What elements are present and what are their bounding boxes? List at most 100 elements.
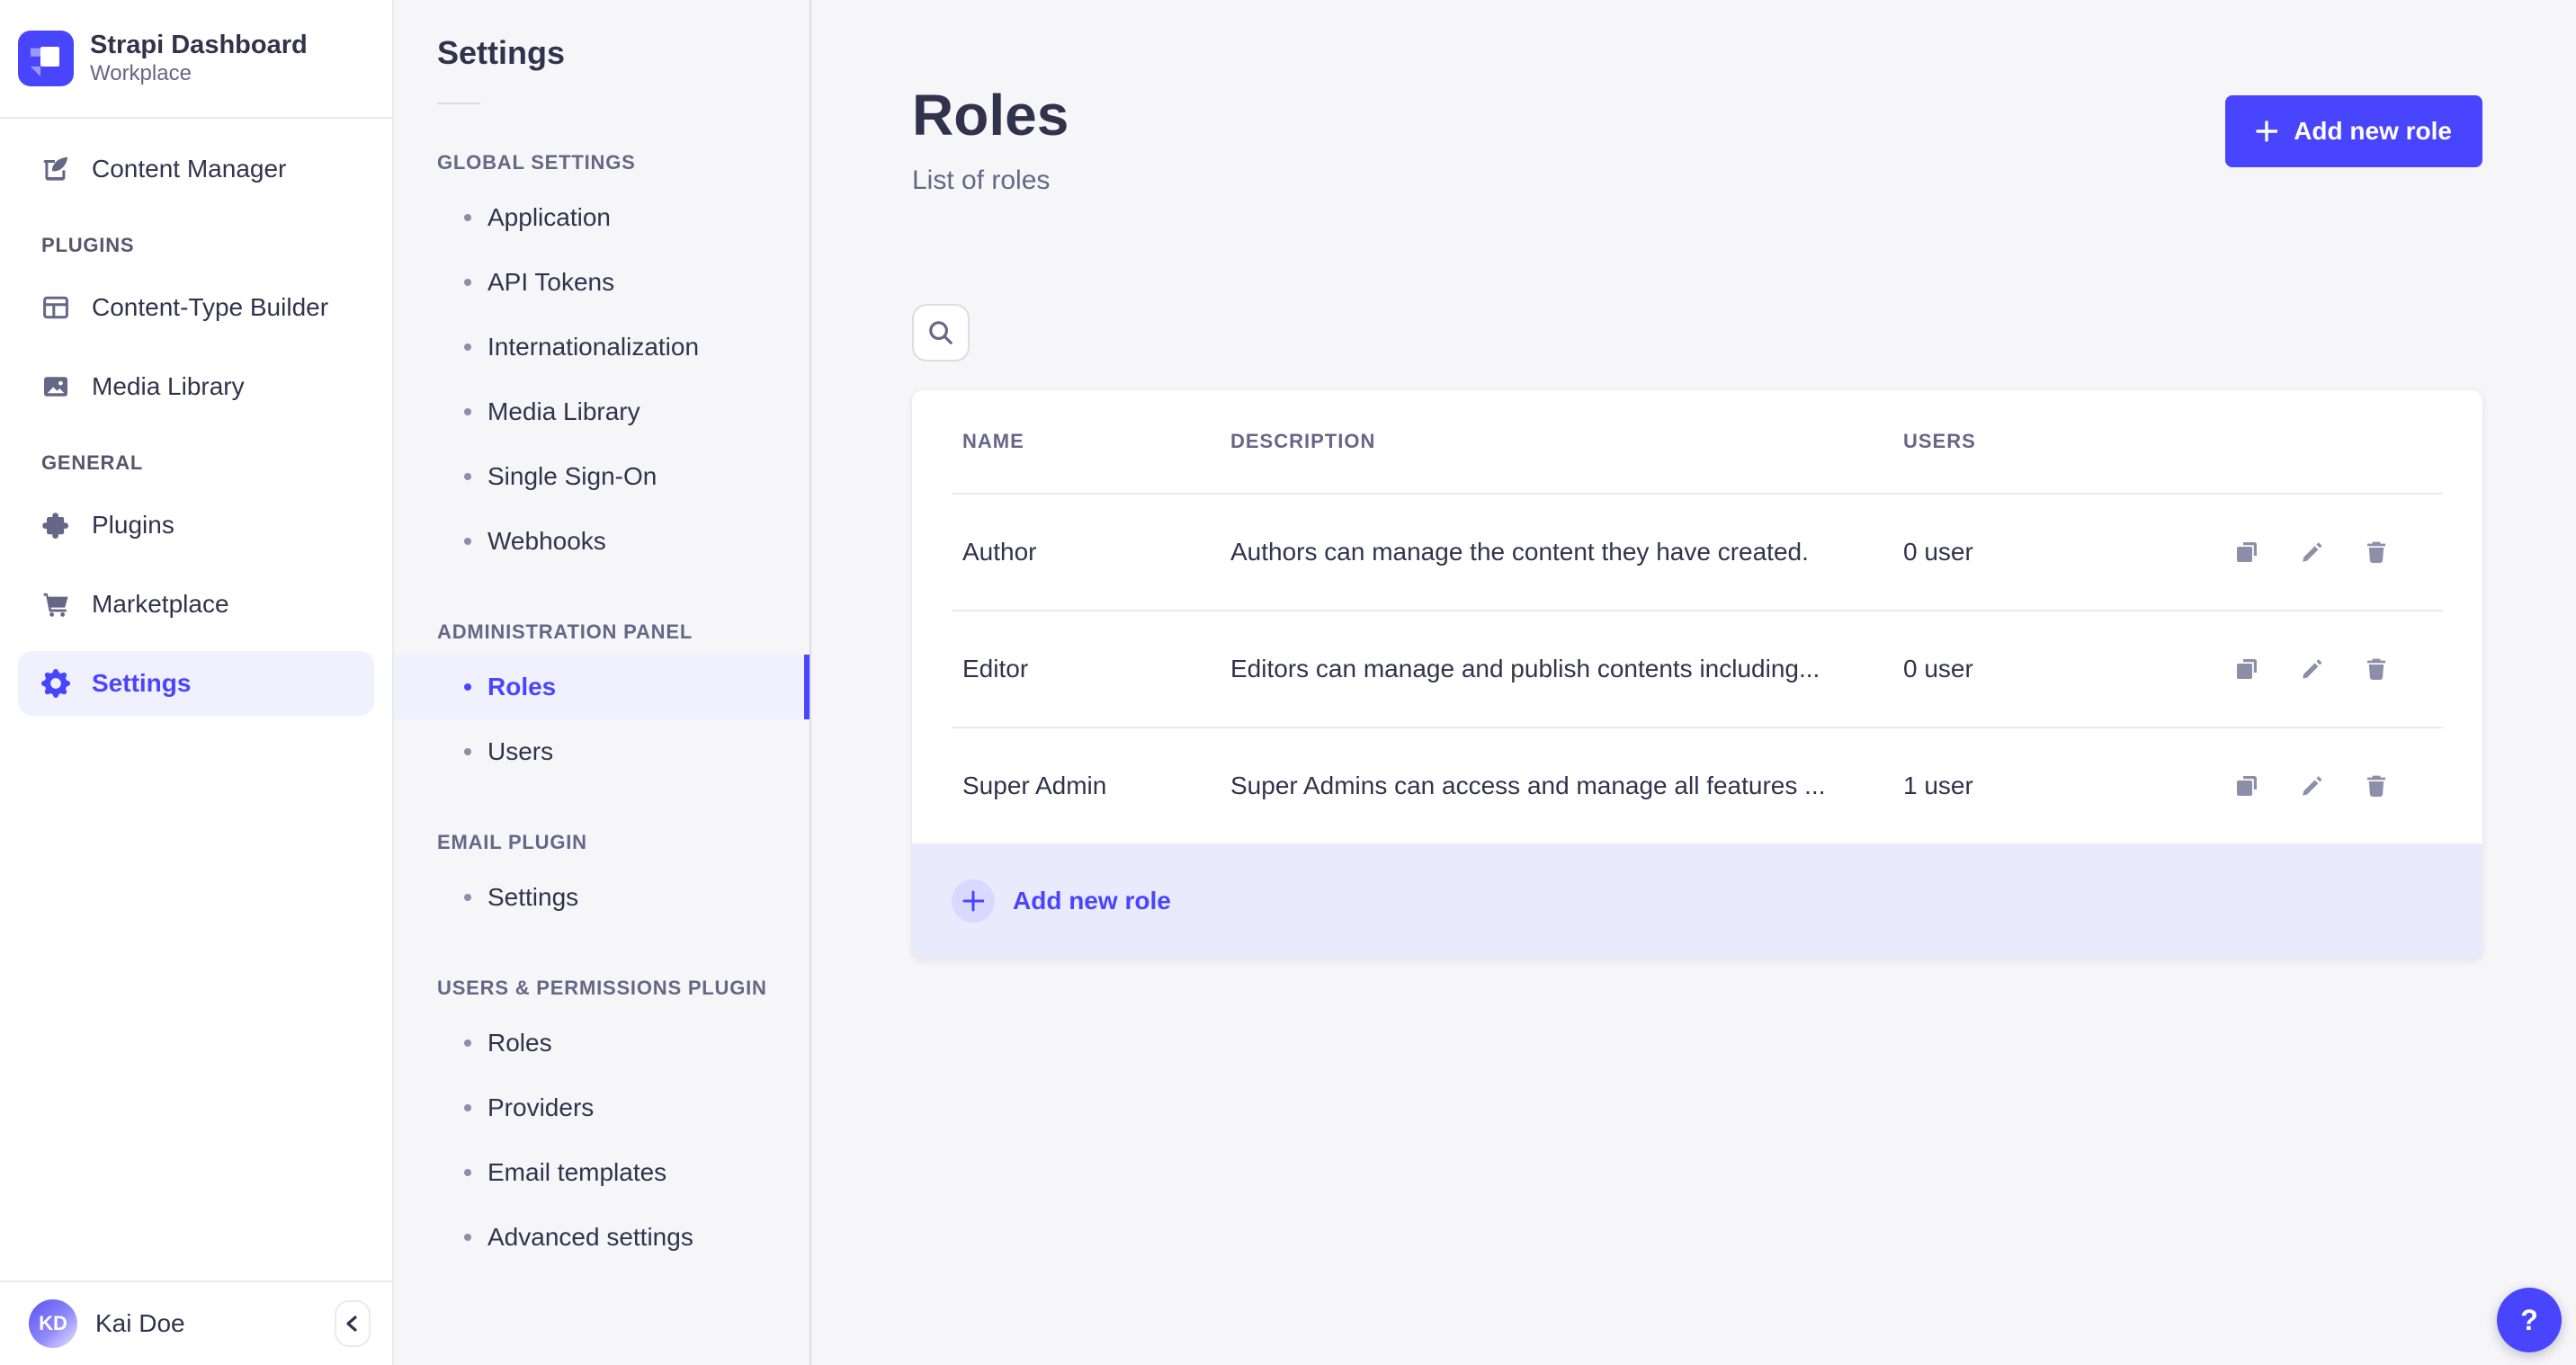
subnav-item-up-roles[interactable]: Roles xyxy=(394,1011,809,1075)
bullet-icon xyxy=(464,473,471,480)
add-new-role-row[interactable]: Add new role xyxy=(912,843,2482,959)
main-sidebar: Strapi Dashboard Workplace Content Manag… xyxy=(0,0,394,1365)
subnav-item-application[interactable]: Application xyxy=(394,185,809,250)
delete-role-button[interactable] xyxy=(2364,656,2389,682)
subnav-section-email-plugin-label: EMAIL PLUGIN xyxy=(437,831,587,853)
subnav-item-label: Email templates xyxy=(487,1158,667,1186)
user-row: KD Kai Doe xyxy=(0,1280,392,1365)
subnav-title: Settings xyxy=(437,34,566,71)
column-header-name: NAME xyxy=(962,430,1024,452)
duplicate-role-button[interactable] xyxy=(2234,656,2259,682)
subnav-item-users[interactable]: Users xyxy=(394,719,809,784)
row-actions xyxy=(2223,656,2439,682)
column-header-description: DESCRIPTION xyxy=(1230,430,1376,452)
sidebar-item-content-manager[interactable]: Content Manager xyxy=(18,137,374,201)
brand-text: Strapi Dashboard Workplace xyxy=(90,30,308,88)
role-users-cell: 0 user xyxy=(1903,655,1973,682)
table-header-row: NAME DESCRIPTION USERS xyxy=(952,390,2443,495)
avatar[interactable]: KD xyxy=(29,1299,77,1348)
row-actions xyxy=(2223,540,2439,565)
role-description-cell: Editors can manage and publish contents … xyxy=(1230,655,1820,682)
bullet-icon xyxy=(464,748,471,755)
sidebar-item-media-library[interactable]: Media Library xyxy=(18,354,374,419)
table-row[interactable]: Super Admin Super Admins can access and … xyxy=(952,728,2443,843)
subnav-item-api-tokens[interactable]: API Tokens xyxy=(394,250,809,315)
content-manager-icon xyxy=(41,155,70,183)
add-new-role-button-label: Add new role xyxy=(2294,117,2452,145)
sidebar-item-content-type-builder[interactable]: Content-Type Builder xyxy=(18,275,374,340)
sidebar-item-marketplace[interactable]: Marketplace xyxy=(18,572,374,637)
collapse-sidebar-button[interactable] xyxy=(335,1300,371,1347)
row-actions xyxy=(2223,773,2439,798)
bullet-icon xyxy=(464,343,471,351)
subnav-item-email-templates[interactable]: Email templates xyxy=(394,1140,809,1205)
table-row[interactable]: Author Authors can manage the content th… xyxy=(952,495,2443,611)
subnav-item-internationalization[interactable]: Internationalization xyxy=(394,315,809,379)
subnav-item-roles[interactable]: Roles xyxy=(394,655,809,719)
duplicate-role-button[interactable] xyxy=(2234,773,2259,798)
column-header-users: USERS xyxy=(1903,430,1976,452)
subnav-divider xyxy=(437,103,480,104)
table-row[interactable]: Editor Editors can manage and publish co… xyxy=(952,611,2443,728)
pencil-icon xyxy=(2299,656,2324,682)
subnav-item-label: Webhooks xyxy=(487,527,606,555)
sidebar-item-settings[interactable]: Settings xyxy=(18,651,374,716)
plus-icon xyxy=(2256,120,2278,142)
role-description-cell: Authors can manage the content they have… xyxy=(1230,538,1809,566)
subnav-item-label: Advanced settings xyxy=(487,1223,693,1251)
sidebar-item-plugins[interactable]: Plugins xyxy=(18,493,374,558)
duplicate-icon xyxy=(2234,540,2259,565)
subnav-item-label: Internationalization xyxy=(487,333,700,361)
subnav-item-label: Single Sign-On xyxy=(487,462,657,490)
delete-role-button[interactable] xyxy=(2364,773,2389,798)
sidebar-section-plugins-label: PLUGINS xyxy=(41,234,135,256)
settings-subnav: Settings GLOBAL SETTINGS Application API… xyxy=(394,0,811,1365)
subnav-item-media-library[interactable]: Media Library xyxy=(394,379,809,444)
delete-role-button[interactable] xyxy=(2364,540,2389,565)
page-title: Roles xyxy=(912,83,1069,147)
search-button[interactable] xyxy=(912,304,970,361)
sidebar-nav: Content Manager PLUGINS Content-Type Bui… xyxy=(0,119,392,1280)
search-icon xyxy=(927,319,954,346)
trash-icon xyxy=(2364,656,2389,682)
subnav-section-administration-panel-label: ADMINISTRATION PANEL xyxy=(437,620,693,643)
main-content: Roles List of roles Add new role NAME DE… xyxy=(811,0,2576,1365)
role-description-cell: Super Admins can access and manage all f… xyxy=(1230,772,1826,799)
sidebar-section-general-label: GENERAL xyxy=(41,451,144,474)
page-subtitle: List of roles xyxy=(912,165,1051,195)
duplicate-icon xyxy=(2234,656,2259,682)
subnav-item-single-sign-on[interactable]: Single Sign-On xyxy=(394,444,809,509)
pencil-icon xyxy=(2299,540,2324,565)
bullet-icon xyxy=(464,683,471,691)
trash-icon xyxy=(2364,773,2389,798)
subnav-item-label: API Tokens xyxy=(487,268,615,296)
duplicate-role-button[interactable] xyxy=(2234,540,2259,565)
subnav-item-providers[interactable]: Providers xyxy=(394,1075,809,1140)
sidebar-item-label: Media Library xyxy=(92,372,245,400)
subnav-item-webhooks[interactable]: Webhooks xyxy=(394,509,809,574)
sidebar-item-label: Plugins xyxy=(92,511,174,539)
edit-role-button[interactable] xyxy=(2299,540,2324,565)
bullet-icon xyxy=(464,894,471,901)
cart-icon xyxy=(41,590,70,619)
sidebar-item-label: Settings xyxy=(92,669,192,697)
chevron-left-icon xyxy=(344,1315,362,1333)
edit-role-button[interactable] xyxy=(2299,656,2324,682)
strapi-logo-icon xyxy=(18,31,74,86)
roles-table: NAME DESCRIPTION USERS Author Authors ca… xyxy=(912,390,2482,843)
role-name-cell: Author xyxy=(962,538,1037,566)
add-new-role-button[interactable]: Add new role xyxy=(2225,95,2482,167)
subnav-item-label: Providers xyxy=(487,1093,595,1121)
plus-icon xyxy=(962,890,984,912)
sidebar-item-label: Content Manager xyxy=(92,155,287,183)
edit-role-button[interactable] xyxy=(2299,773,2324,798)
role-name-cell: Super Admin xyxy=(962,772,1107,799)
help-button[interactable]: ? xyxy=(2497,1288,2562,1352)
puzzle-icon xyxy=(41,511,70,540)
brand[interactable]: Strapi Dashboard Workplace xyxy=(0,0,392,119)
plus-circle xyxy=(952,879,995,923)
gear-icon xyxy=(41,669,70,698)
subnav-item-advanced-settings[interactable]: Advanced settings xyxy=(394,1205,809,1270)
subnav-item-email-settings[interactable]: Settings xyxy=(394,865,809,930)
brand-title: Strapi Dashboard xyxy=(90,30,308,59)
